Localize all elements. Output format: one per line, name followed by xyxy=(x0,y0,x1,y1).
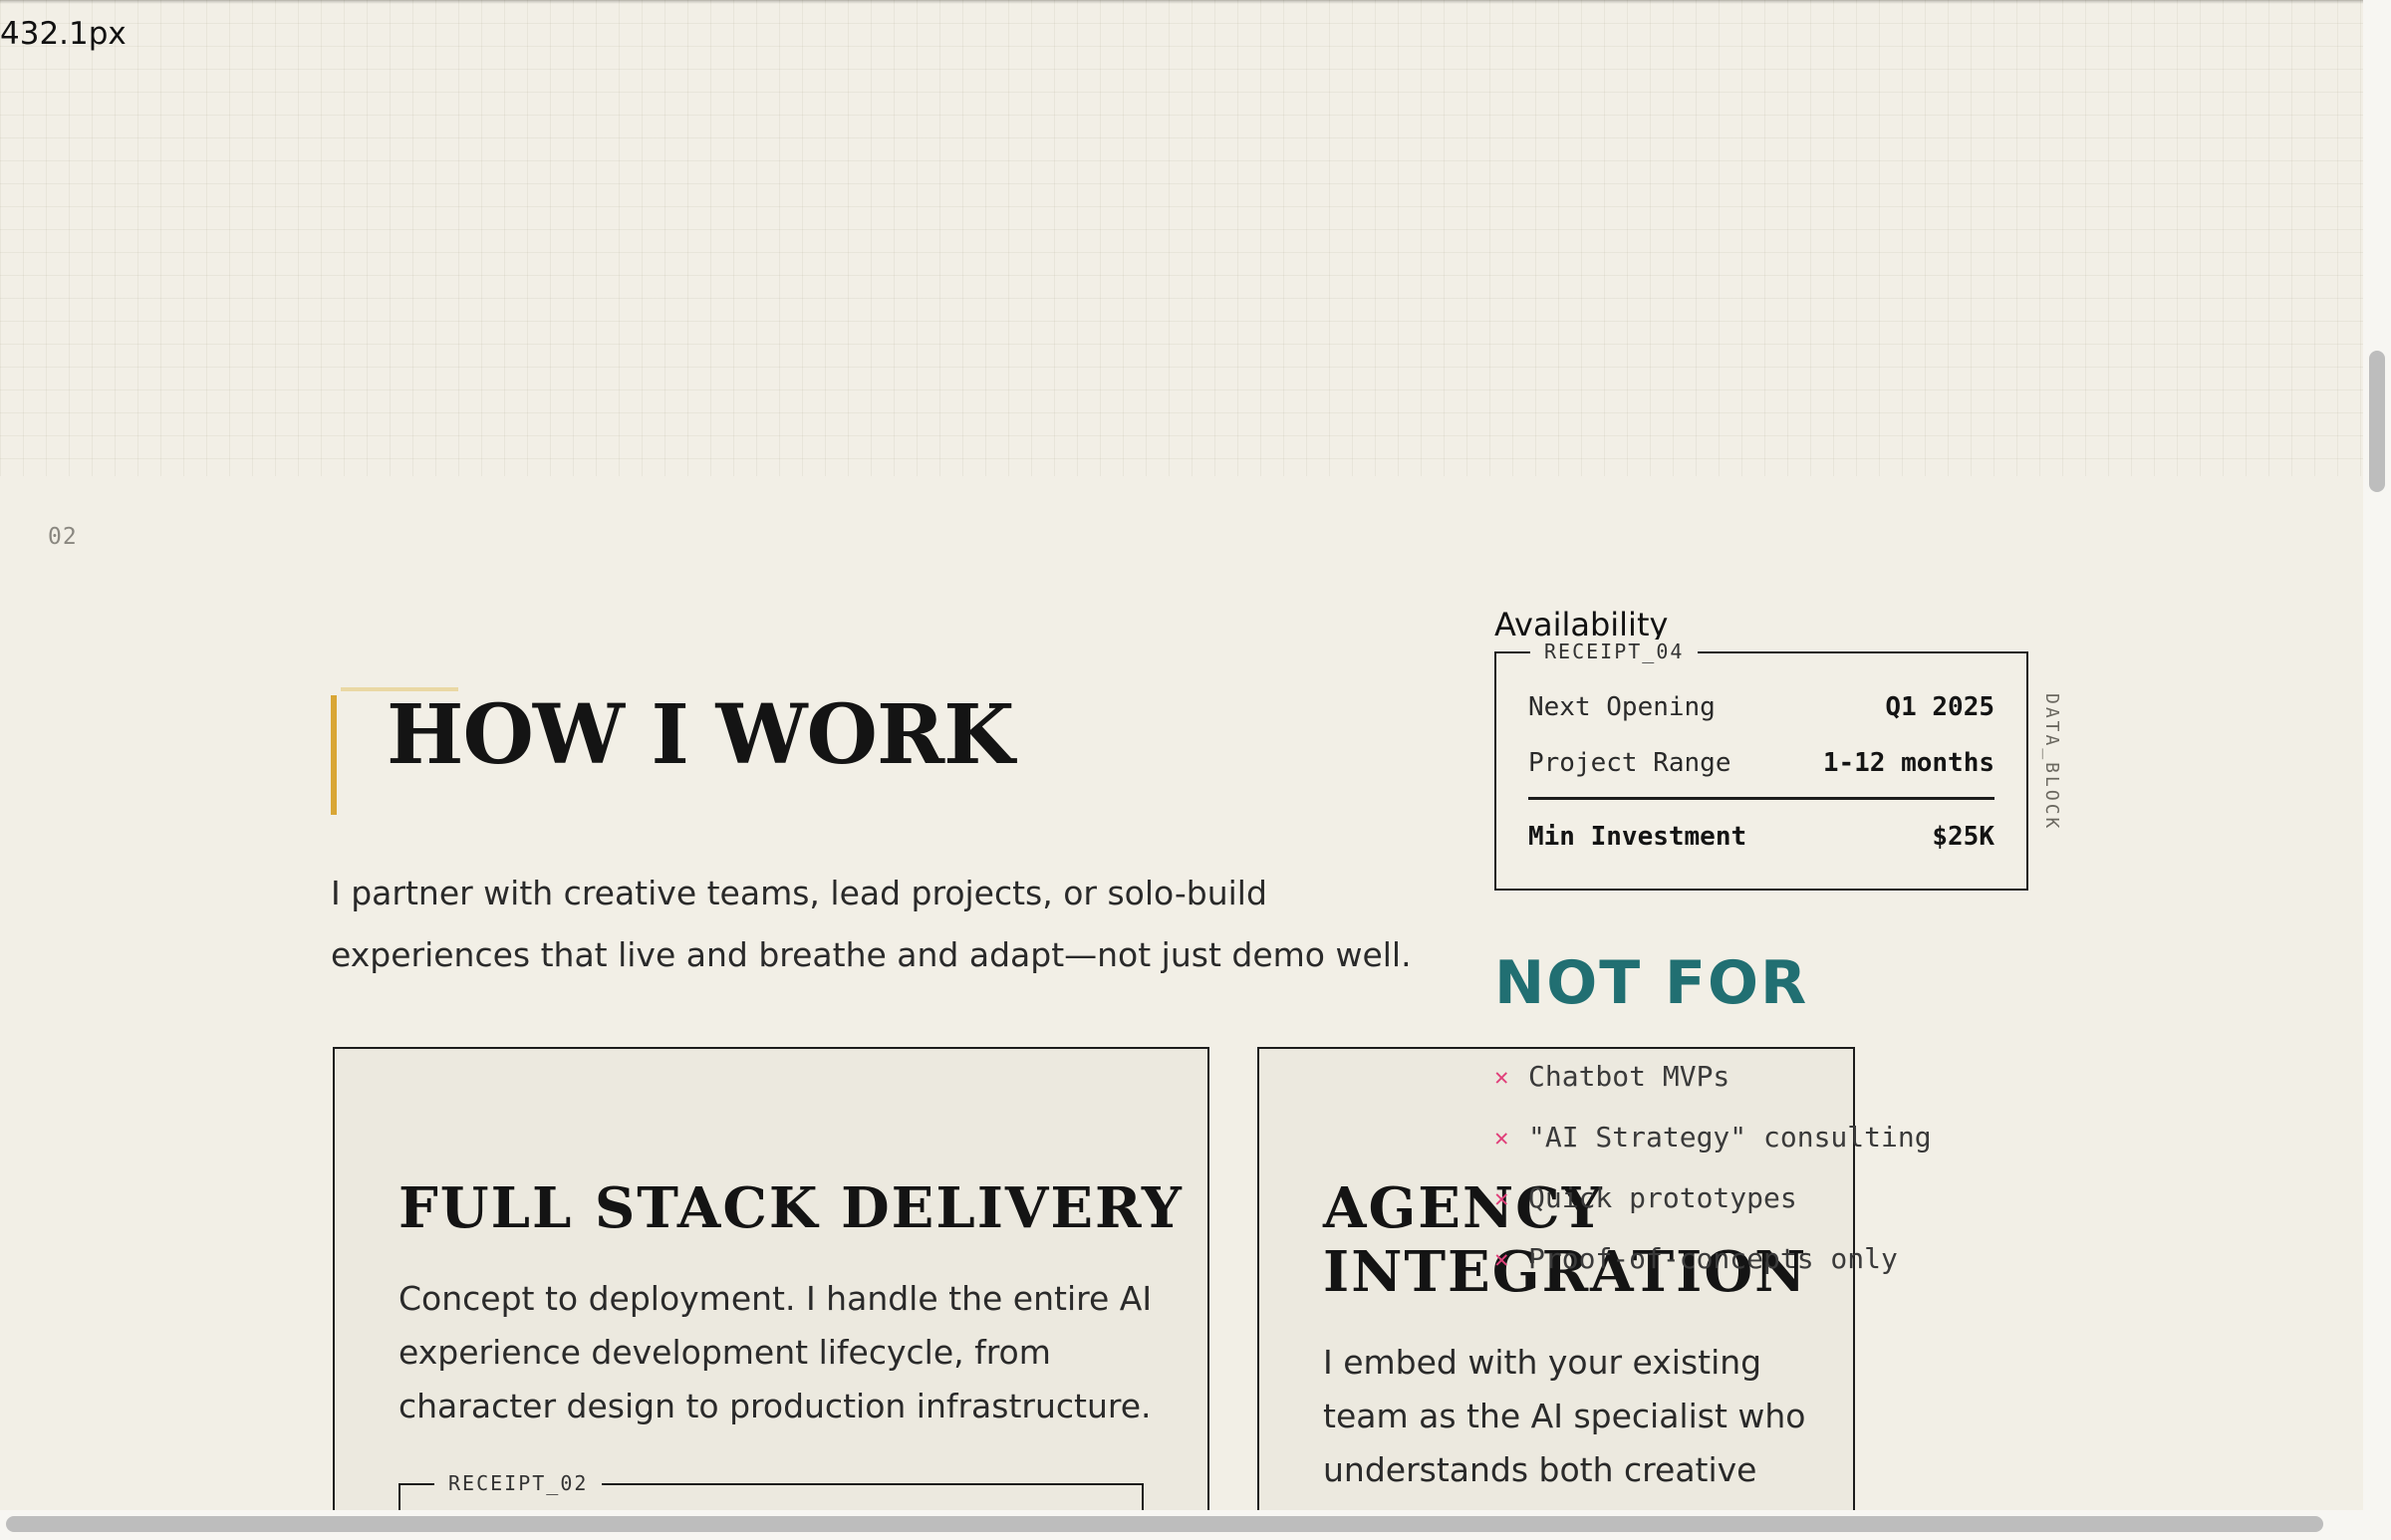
list-item-label: Proof-of-concepts only xyxy=(1528,1242,1898,1275)
availability-total-row: Min Investment $25K xyxy=(1528,817,1994,857)
not-for-list: ✕ Chatbot MVPs ✕ "AI Strategy" consultin… xyxy=(1494,1046,1932,1289)
data-block-label: DATA_BLOCK xyxy=(2041,693,2062,832)
availability-row: Project Range 1-12 months xyxy=(1528,743,1994,783)
list-item: ✕ Chatbot MVPs xyxy=(1494,1046,1932,1107)
top-shadow xyxy=(0,0,2363,4)
x-icon: ✕ xyxy=(1494,1062,1509,1091)
list-item-label: Chatbot MVPs xyxy=(1528,1060,1730,1093)
receipt-divider xyxy=(1528,797,1994,800)
list-item: ✕ Proof-of-concepts only xyxy=(1494,1228,1932,1289)
card-body: I embed with your existing team as the A… xyxy=(1323,1343,1806,1489)
section-number: 02 xyxy=(48,524,78,550)
x-icon: ✕ xyxy=(1494,1244,1509,1273)
card-title: FULL STACK DELIVERY xyxy=(398,1175,1184,1241)
vertical-scrollbar[interactable] xyxy=(2363,0,2391,1540)
row-label: Next Opening xyxy=(1528,692,1716,722)
row-label: Project Range xyxy=(1528,748,1731,778)
availability-row: Next Opening Q1 2025 xyxy=(1528,687,1994,727)
list-item: ✕ Quick prototypes xyxy=(1494,1167,1932,1228)
x-icon: ✕ xyxy=(1494,1183,1509,1212)
list-item-label: Quick prototypes xyxy=(1528,1181,1797,1214)
total-value: $25K xyxy=(1932,822,1994,852)
availability-receipt: RECEIPT_04 Next Opening Q1 2025 Project … xyxy=(1494,640,2028,891)
page-title: HOW I WORK xyxy=(387,687,1014,783)
horizontal-scrollbar-thumb[interactable] xyxy=(6,1516,2323,1532)
list-item: ✕ "AI Strategy" consulting xyxy=(1494,1107,1932,1167)
row-value: Q1 2025 xyxy=(1885,692,1994,722)
not-for-title: NOT FOR xyxy=(1494,948,1809,1018)
card-body: Concept to deployment. I handle the enti… xyxy=(398,1279,1153,1425)
list-item-label: "AI Strategy" consulting xyxy=(1528,1121,1932,1154)
availability-label: Availability xyxy=(1494,606,1669,643)
receipt-tag: RECEIPT_04 xyxy=(1530,640,1699,663)
receipt-tag: RECEIPT_02 xyxy=(434,1471,603,1495)
row-value: 1-12 months xyxy=(1822,748,1994,778)
card-full-stack: FULL STACK DELIVERY Concept to deploymen… xyxy=(333,1047,1209,1515)
x-icon: ✕ xyxy=(1494,1123,1509,1152)
intro-text: I partner with creative teams, lead proj… xyxy=(331,874,1412,974)
vertical-scrollbar-thumb[interactable] xyxy=(2369,351,2385,492)
dimension-readout: 432.1px xyxy=(0,16,127,52)
grid-background xyxy=(0,0,2363,476)
total-label: Min Investment xyxy=(1528,822,1747,852)
heading-accent-bar xyxy=(331,695,337,815)
